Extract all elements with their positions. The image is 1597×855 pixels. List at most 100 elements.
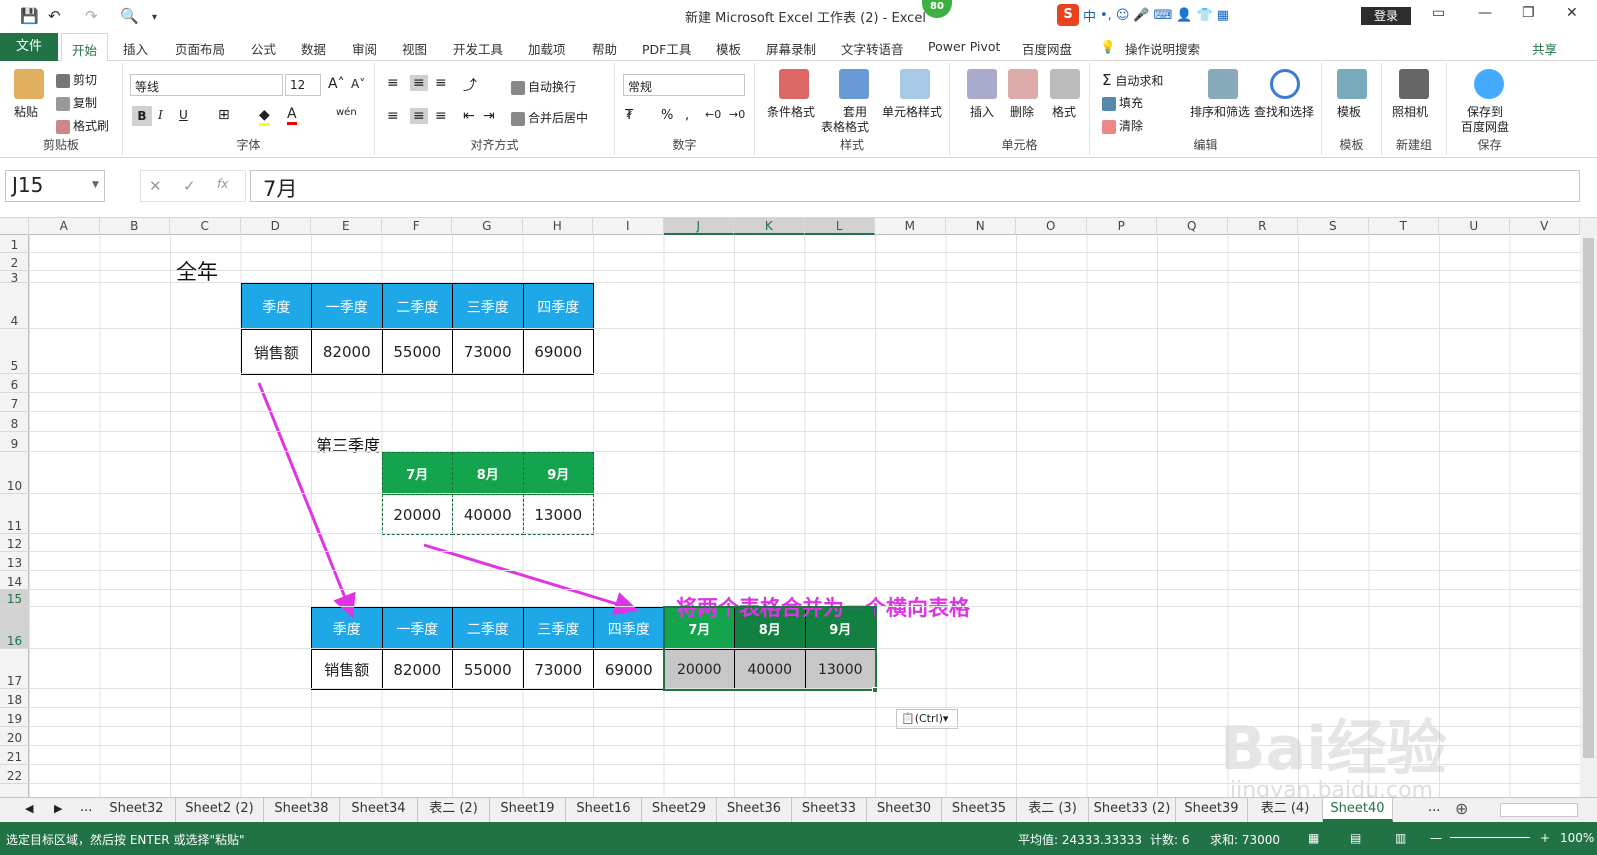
camera-icon[interactable] (1399, 69, 1429, 99)
zoom-level[interactable]: 100% (1560, 831, 1594, 845)
format-cells-icon[interactable] (1050, 69, 1080, 99)
tab-addins[interactable]: 加载项 (528, 39, 566, 58)
phonetic-button[interactable]: wén (336, 107, 357, 118)
ime-mode[interactable]: 中 (1083, 6, 1096, 25)
table3-data-cell[interactable]: 20000 (663, 649, 735, 690)
paste-button[interactable]: 粘贴 (14, 103, 38, 120)
sheet-tab[interactable]: Sheet39 (1176, 798, 1248, 822)
autosum-button[interactable]: Σ 自动求和 (1102, 71, 1163, 89)
minimize-icon[interactable]: — (1478, 5, 1492, 21)
table3-data-cell[interactable]: 销售额 (311, 649, 383, 690)
column-header-N[interactable]: N (946, 218, 1016, 235)
ime-keyboard-icon[interactable]: ⌨ (1154, 8, 1173, 23)
find-icon[interactable] (1270, 69, 1300, 99)
formula-input[interactable]: 7月 (250, 170, 1580, 202)
table3-data-cell[interactable]: 55000 (452, 649, 524, 690)
sheet-tab[interactable]: Sheet40 (1323, 798, 1393, 822)
column-header-C[interactable]: C (170, 218, 241, 235)
table1-header-cell[interactable]: 二季度 (381, 283, 453, 330)
camera-button[interactable]: 照相机 (1392, 103, 1428, 120)
sheet-tab[interactable]: Sheet33 (2) (1089, 798, 1176, 822)
decimal-increase-icon[interactable]: ←0 (705, 108, 721, 121)
table1-data-cell[interactable]: 55000 (381, 329, 453, 375)
sogou-icon[interactable]: S (1057, 4, 1079, 26)
undo-icon[interactable]: ↶ (48, 7, 61, 25)
table1-header-cell[interactable]: 一季度 (311, 283, 383, 330)
sheet-tab[interactable]: 表二 (2) (418, 798, 490, 822)
row-header-20[interactable]: 20 (0, 727, 29, 746)
row-header-6[interactable]: 6 (0, 374, 29, 393)
insert-function-icon[interactable]: fx (217, 177, 228, 191)
tab-formulas[interactable]: 公式 (251, 39, 276, 58)
cell-style-button[interactable]: 单元格样式 (882, 103, 942, 120)
sheet-tab[interactable]: Sheet38 (264, 798, 340, 822)
percent-button[interactable]: % (661, 108, 673, 123)
ime-skin-icon[interactable]: 👕 (1197, 8, 1213, 23)
sheet-tab[interactable]: Sheet16 (566, 798, 642, 822)
clear-button[interactable]: 清除 (1102, 117, 1143, 134)
sort-filter-button[interactable]: 排序和筛选 (1190, 103, 1250, 120)
insert-button[interactable]: 插入 (970, 103, 994, 120)
table3-data-cell[interactable]: 73000 (522, 649, 594, 690)
horizontal-scrollbar[interactable] (1500, 803, 1578, 817)
tab-tts[interactable]: 文字转语音 (841, 39, 904, 58)
normal-view-icon[interactable]: ▦ (1308, 831, 1319, 845)
cancel-icon[interactable]: ✕ (149, 177, 162, 195)
currency-icon[interactable]: ₮ (625, 108, 633, 123)
row-header-14[interactable]: 14 (0, 571, 29, 590)
merge-center-button[interactable]: 合并后居中 (511, 109, 588, 126)
column-header-G[interactable]: G (452, 218, 523, 235)
table1-data-cell[interactable]: 82000 (311, 329, 383, 375)
align-top-icon[interactable]: ≡ (387, 75, 399, 91)
table-format-line2[interactable]: 表格格式 (821, 118, 869, 135)
number-format-select[interactable]: 常规 (623, 74, 745, 96)
table1-header-cell[interactable]: 四季度 (522, 283, 594, 330)
sheet-tab[interactable]: 表二 (4) (1248, 798, 1323, 822)
vertical-scrollbar[interactable] (1580, 218, 1597, 797)
ime-voice-icon[interactable]: 🎤 (1133, 8, 1149, 23)
table2-header-cell[interactable]: 7月 (381, 452, 453, 495)
table3-data-cell[interactable]: 82000 (381, 649, 453, 690)
table1-data-cell[interactable]: 销售额 (240, 329, 312, 375)
sheet-tab[interactable]: Sheet33 (792, 798, 867, 822)
close-icon[interactable]: ✕ (1566, 5, 1578, 21)
table3-header-cell[interactable]: 一季度 (381, 607, 453, 650)
column-header-R[interactable]: R (1228, 218, 1298, 235)
table1-header-cell[interactable]: 三季度 (452, 283, 524, 330)
column-header-H[interactable]: H (523, 218, 593, 235)
zoom-slider[interactable] (1450, 837, 1530, 838)
row-header-3[interactable]: 3 (0, 271, 29, 285)
sheet-tab[interactable]: Sheet34 (340, 798, 418, 822)
cut-button[interactable]: 剪切 (56, 71, 97, 88)
redo-icon[interactable]: ↷ (85, 7, 98, 25)
column-header-J[interactable]: J (663, 218, 734, 235)
column-header-K[interactable]: K (734, 218, 805, 235)
login-button[interactable]: 登录 (1361, 7, 1411, 25)
delete-button[interactable]: 删除 (1010, 103, 1034, 120)
format-painter-button[interactable]: 格式刷 (56, 117, 109, 134)
tab-template[interactable]: 模板 (716, 39, 741, 58)
insert-cells-icon[interactable] (967, 69, 997, 99)
ime-emoji-icon[interactable]: ☺ (1116, 8, 1130, 23)
table-format-icon[interactable] (839, 69, 869, 99)
table2-header-cell[interactable]: 9月 (522, 452, 594, 495)
find-select-button[interactable]: 查找和选择 (1254, 103, 1314, 120)
column-header-S[interactable]: S (1298, 218, 1369, 235)
tab-screen-record[interactable]: 屏幕录制 (766, 39, 816, 58)
border-icon[interactable]: ⊞ (218, 107, 230, 123)
column-header-P[interactable]: P (1087, 218, 1157, 235)
font-name-select[interactable]: 等线 (130, 74, 283, 96)
zoom-out-icon[interactable]: — (1430, 831, 1442, 845)
more-sheets-right[interactable]: ... (1428, 800, 1440, 815)
table3-data-cell[interactable]: 69000 (593, 649, 665, 690)
baidu-cloud-icon[interactable] (1474, 69, 1504, 99)
font-shrink-icon[interactable]: A˅ (351, 77, 365, 91)
fill-button[interactable]: 填充 (1102, 94, 1143, 111)
template-icon[interactable] (1337, 69, 1367, 99)
namebox-dropdown-icon[interactable]: ▼ (92, 180, 99, 190)
column-header-M[interactable]: M (875, 218, 946, 235)
row-header-4[interactable]: 4 (0, 283, 29, 329)
tab-view[interactable]: 视图 (402, 39, 427, 58)
row-header-16[interactable]: 16 (0, 607, 29, 649)
column-header-I[interactable]: I (593, 218, 664, 235)
